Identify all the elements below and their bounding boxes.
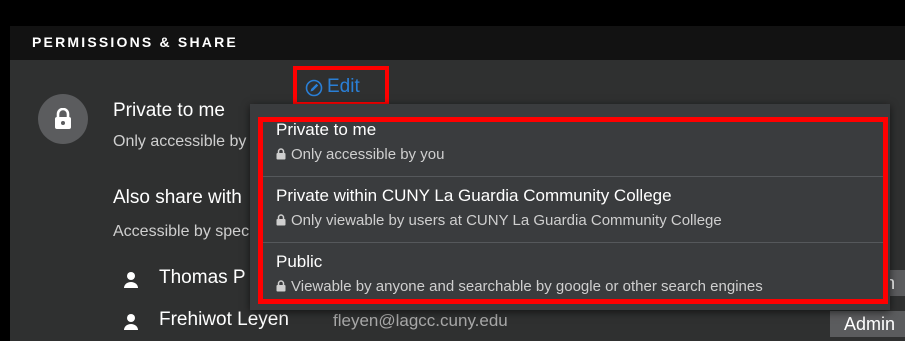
panel-header: PERMISSIONS & SHARE [10,26,905,60]
share-label: Also share with [113,187,242,208]
user-email: fleyen@lagcc.cuny.edu [333,311,508,330]
option-description: Only accessible by you [276,146,444,163]
panel-title: PERMISSIONS & SHARE [32,34,238,50]
option-description-text: Only viewable by users at CUNY La Guardi… [291,212,722,229]
lock-icon [55,108,71,129]
user-name: Thomas P [159,267,246,288]
lock-icon [276,214,286,226]
lock-icon [276,148,286,160]
option-description: Only viewable by users at CUNY La Guardi… [276,212,722,229]
option-description-text: Only accessible by you [291,146,445,163]
privacy-label: Private to me [113,100,225,121]
option-description-text: Viewable by anyone and searchable by goo… [291,278,763,295]
lock-icon [276,280,286,292]
role-select[interactable]: Admin [830,311,905,337]
option-divider [263,176,883,177]
edit-privacy-button[interactable]: Edit [293,66,389,106]
person-icon [124,314,138,330]
option-title: Public [276,252,323,271]
person-icon [124,272,138,288]
option-title: Private within CUNY La Guardia Community… [276,186,672,205]
option-divider [263,242,883,243]
edit-label: Edit [327,76,360,97]
user-name: Frehiwot Leyen [159,309,289,330]
privacy-lock-badge [38,94,88,144]
option-title: Private to me [276,120,377,139]
edit-icon [305,79,323,97]
option-description: Viewable by anyone and searchable by goo… [276,278,763,295]
